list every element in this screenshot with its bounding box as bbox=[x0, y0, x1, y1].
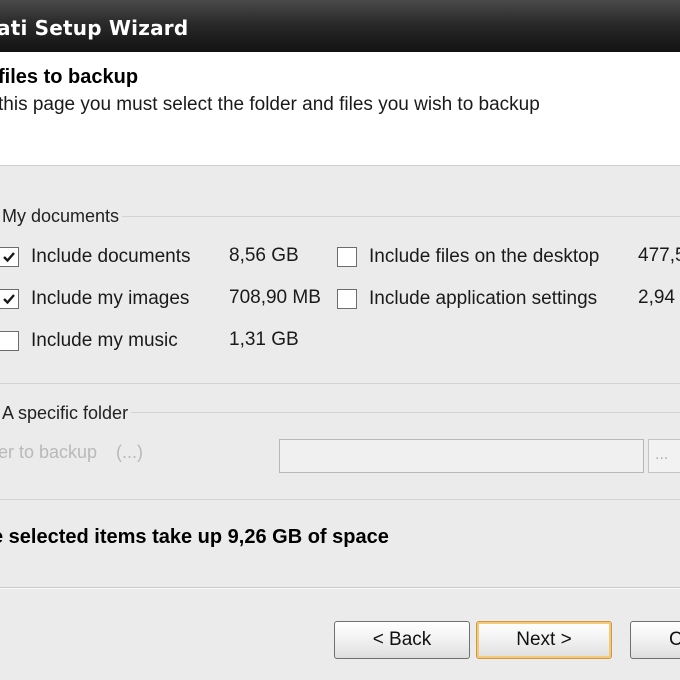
next-button[interactable]: Next > bbox=[476, 621, 612, 659]
checkmark-icon bbox=[3, 294, 15, 305]
include-desktop-files-label[interactable]: Include files on the desktop bbox=[369, 246, 599, 268]
page-subtitle: this page you must select the folder and… bbox=[0, 94, 540, 115]
selected-size-summary: e selected items take up 9,26 GB of spac… bbox=[0, 526, 389, 548]
folder-field-hint: (...) bbox=[116, 442, 143, 462]
folder-field-label: er to backup bbox=[0, 442, 98, 462]
desktop-files-size: 477,5 bbox=[638, 245, 680, 266]
folder-path-input[interactable] bbox=[279, 439, 644, 473]
include-images-label[interactable]: Include my images bbox=[31, 288, 189, 310]
cancel-button[interactable]: C bbox=[630, 621, 680, 659]
include-images-checkbox[interactable] bbox=[0, 289, 19, 309]
include-desktop-files-checkbox[interactable] bbox=[337, 247, 357, 267]
documents-size: 8,56 GB bbox=[229, 245, 299, 266]
include-app-settings-checkbox[interactable] bbox=[337, 289, 357, 309]
wizard-header: files to backup this page you must selec… bbox=[0, 52, 680, 166]
music-size: 1,31 GB bbox=[229, 329, 299, 350]
page-title: files to backup bbox=[0, 66, 139, 88]
include-documents-label[interactable]: Include documents bbox=[31, 246, 191, 268]
include-documents-checkbox[interactable] bbox=[0, 247, 19, 267]
back-button[interactable]: < Back bbox=[334, 621, 470, 659]
setup-wizard-window: ati Setup Wizard files to backup this pa… bbox=[0, 0, 680, 680]
include-music-label[interactable]: Include my music bbox=[31, 330, 178, 352]
app-settings-size: 2,94 bbox=[638, 287, 675, 308]
checkmark-icon bbox=[3, 252, 15, 263]
images-size: 708,90 MB bbox=[229, 287, 321, 308]
title-bar[interactable]: ati Setup Wizard bbox=[0, 0, 680, 52]
browse-button[interactable]: ... bbox=[648, 439, 680, 473]
include-music-checkbox[interactable] bbox=[0, 331, 19, 351]
window-title: ati Setup Wizard bbox=[0, 16, 189, 40]
footer-divider bbox=[0, 587, 680, 589]
specific-folder-group-label: A specific folder bbox=[0, 403, 132, 424]
include-app-settings-label[interactable]: Include application settings bbox=[369, 288, 597, 310]
my-documents-group-label: My documents bbox=[0, 206, 123, 227]
